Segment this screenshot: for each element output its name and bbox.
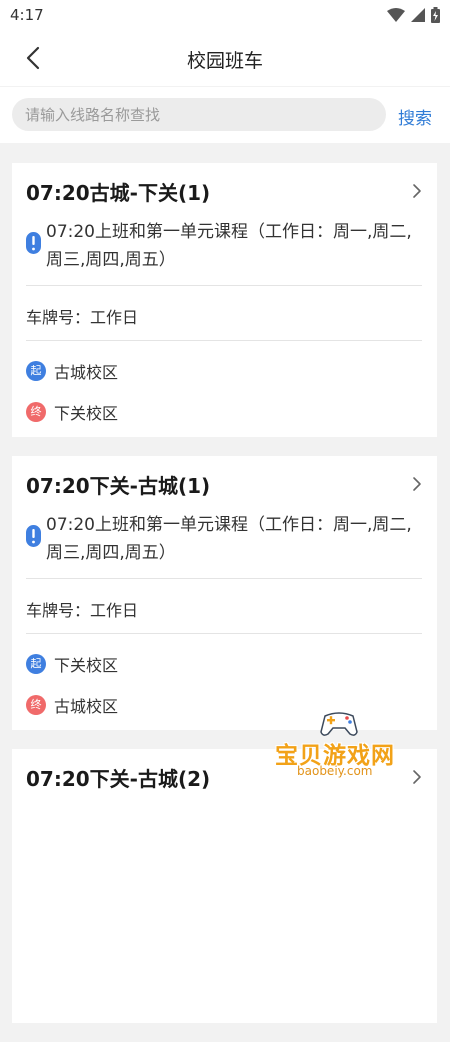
- chevron-right-icon: [413, 184, 421, 198]
- start-badge: 起: [26, 654, 46, 674]
- search-box: [12, 98, 386, 131]
- end-stop-name: 下关校区: [54, 404, 119, 423]
- nav-bar: 校园班车: [0, 32, 450, 86]
- start-stop: 起 古城校区: [26, 359, 118, 383]
- route-description: 07:20上班和第一单元课程（工作日：周一,周二,周三,周四,周五）: [46, 515, 412, 563]
- signal-icon: [411, 8, 425, 22]
- battery-charging-icon: [431, 7, 440, 23]
- info-icon: [26, 232, 41, 254]
- end-stop: 终 下关校区: [26, 400, 118, 424]
- search-button[interactable]: 搜索: [398, 104, 432, 129]
- search-row: 搜索: [0, 87, 450, 143]
- route-description: 07:20上班和第一单元课程（工作日：周一,周二,周三,周四,周五）: [46, 222, 412, 270]
- page-title: 校园班车: [186, 50, 263, 72]
- route-card[interactable]: 07:20古城-下关(1) 07:20上班和第一单元课程（工作日：周一,周二,周…: [12, 163, 437, 437]
- start-stop-name: 古城校区: [54, 363, 119, 382]
- watermark-url: baobeiy.com: [297, 764, 373, 778]
- route-title: 07:20古城-下关(1): [26, 181, 211, 205]
- start-stop-name: 下关校区: [54, 656, 119, 675]
- wifi-icon: [387, 8, 405, 22]
- route-card[interactable]: 07:20下关-古城(1) 07:20上班和第一单元课程（工作日：周一,周二,周…: [12, 456, 437, 730]
- route-card[interactable]: 07:20下关-古城(2): [12, 749, 437, 1023]
- divider: [26, 578, 422, 579]
- status-icons: [387, 7, 440, 23]
- route-title: 07:20下关-古城(1): [26, 474, 211, 498]
- search-input[interactable]: [12, 98, 386, 131]
- divider: [26, 633, 422, 634]
- status-time: 4:17: [10, 6, 44, 24]
- start-badge: 起: [26, 361, 46, 381]
- route-list: 07:20古城-下关(1) 07:20上班和第一单元课程（工作日：周一,周二,周…: [12, 163, 437, 1042]
- start-stop: 起 下关校区: [26, 652, 118, 676]
- route-title: 07:20下关-古城(2): [26, 767, 211, 791]
- end-badge: 终: [26, 402, 46, 422]
- plate-label: 车牌号：工作日: [26, 308, 139, 327]
- info-icon: [26, 525, 41, 547]
- status-bar: 4:17: [0, 0, 450, 32]
- watermark-logo: 宝贝游戏网 baobeiy.com: [275, 708, 445, 778]
- gamepad-icon: [320, 712, 358, 736]
- end-stop: 终 古城校区: [26, 693, 118, 717]
- plate-label: 车牌号：工作日: [26, 601, 139, 620]
- divider: [26, 340, 422, 341]
- chevron-right-icon: [413, 477, 421, 491]
- end-badge: 终: [26, 695, 46, 715]
- end-stop-name: 古城校区: [54, 697, 119, 716]
- divider: [26, 285, 422, 286]
